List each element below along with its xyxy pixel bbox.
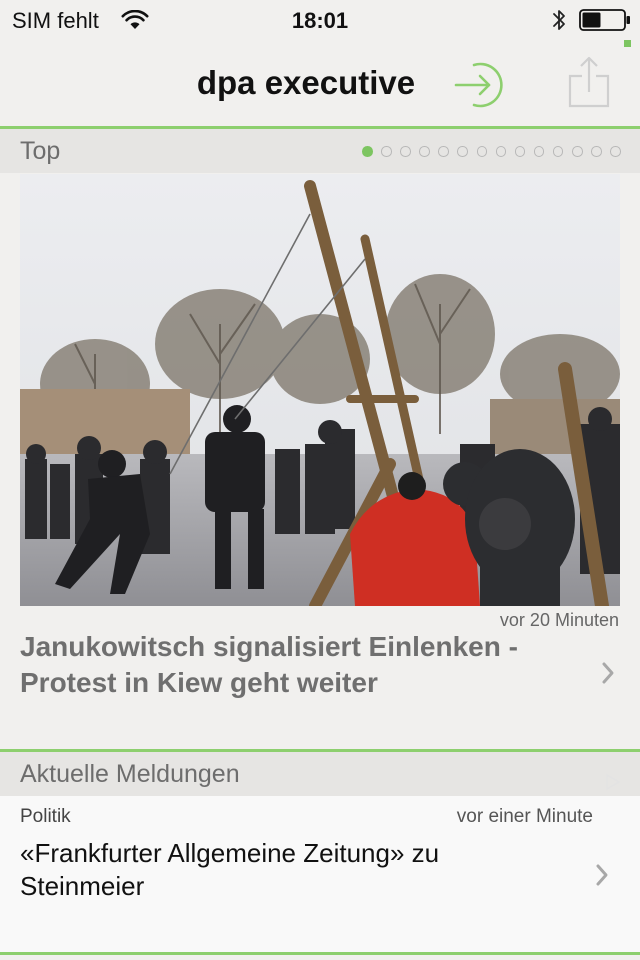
navigation-bar: dpa executive: [0, 40, 640, 126]
page-dot[interactable]: [591, 146, 602, 157]
page-dot[interactable]: [419, 146, 430, 157]
page-dot[interactable]: [476, 146, 488, 157]
clock: 18:01: [291, 8, 349, 33]
chevron-right-icon[interactable]: [601, 661, 615, 685]
chevron-right-icon[interactable]: [595, 863, 609, 887]
page-dot[interactable]: [514, 146, 526, 157]
play-icon: [606, 773, 621, 791]
news-list-item[interactable]: Politik vor einer Minute «Frankfurter Al…: [0, 796, 640, 952]
page-dot[interactable]: [552, 146, 564, 157]
news-headline[interactable]: «Frankfurter Allgemeine Zeitung» zu Stei…: [20, 837, 540, 903]
page-dot[interactable]: [400, 146, 411, 157]
battery-level-fill: [582, 12, 601, 28]
page-dot[interactable]: [533, 146, 545, 157]
status-bar: SIM fehlt 18:01: [0, 0, 640, 40]
top-story-time: vor 20 Minuten: [499, 610, 619, 630]
share-icon[interactable]: [566, 54, 612, 110]
page-dot[interactable]: [381, 146, 392, 157]
top-story-photo[interactable]: [20, 174, 620, 606]
page-dot[interactable]: [457, 146, 468, 157]
login-arrow-icon[interactable]: [453, 57, 509, 113]
news-time: vor einer Minute: [456, 806, 593, 827]
divider-rule: [0, 952, 640, 955]
section-title-top: Top: [20, 137, 61, 165]
top-story-headline[interactable]: Janukowitsch signalisiert Einlenken - Pr…: [20, 629, 580, 701]
news-category: Politik: [20, 806, 71, 827]
app-screen: SIM fehlt 18:01 dpa executive Top vor 20…: [0, 0, 640, 960]
page-dot[interactable]: [438, 146, 449, 157]
section-header-news: Aktuelle Meldungen: [0, 752, 640, 796]
page-dot[interactable]: [362, 146, 373, 157]
bluetooth-icon: [553, 10, 565, 30]
battery-icon: [579, 9, 630, 31]
page-dot[interactable]: [610, 146, 621, 157]
app-title: dpa executive: [196, 64, 416, 101]
section-title-news: Aktuelle Meldungen: [20, 760, 240, 788]
page-dot[interactable]: [572, 146, 583, 157]
page-indicator[interactable]: [362, 146, 621, 158]
page-dot[interactable]: [495, 146, 507, 157]
